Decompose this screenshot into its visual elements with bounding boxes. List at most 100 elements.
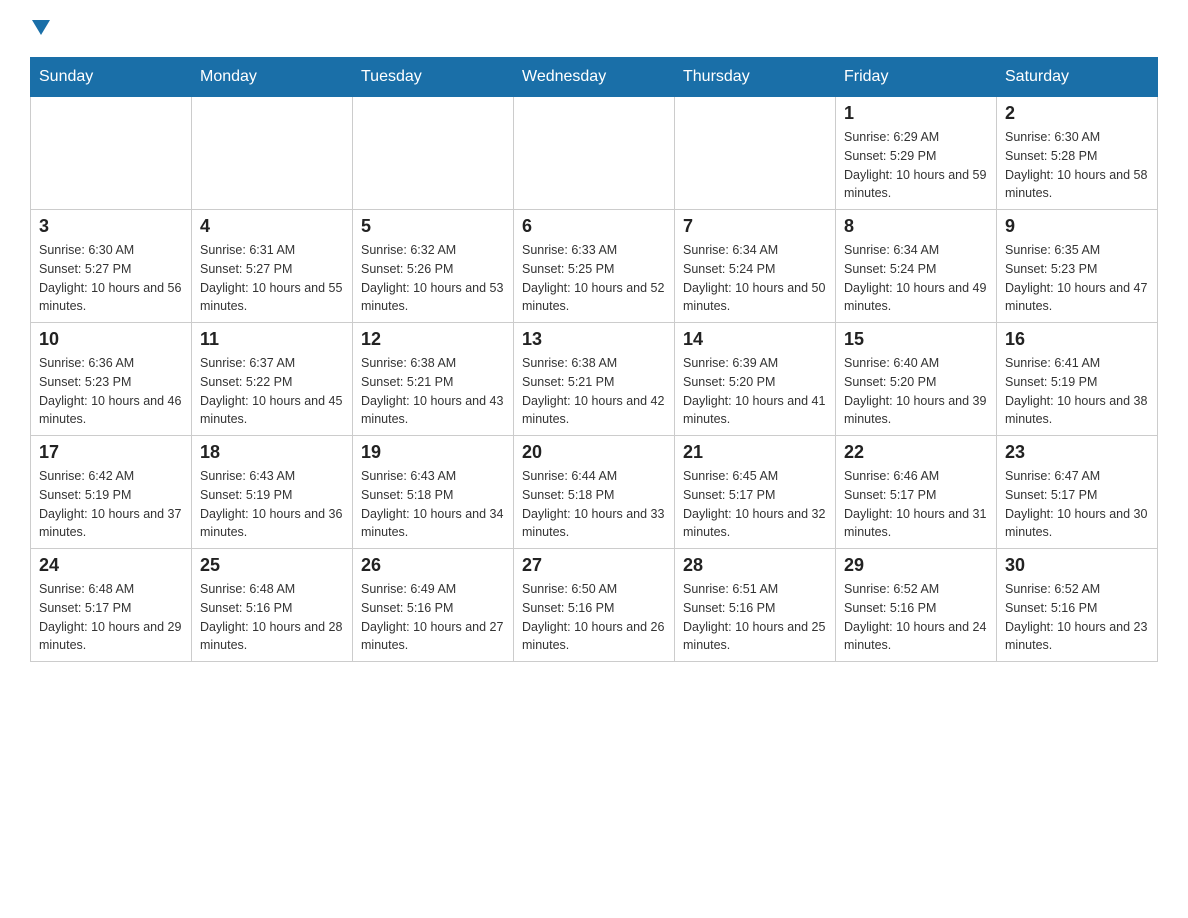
- logo: [30, 20, 50, 37]
- day-number: 8: [844, 216, 988, 237]
- calendar-cell: [353, 97, 514, 210]
- week-row: 1Sunrise: 6:29 AMSunset: 5:29 PMDaylight…: [31, 97, 1158, 210]
- calendar-cell: 14 Sunrise: 6:39 AMSunset: 5:20 PMDayligh…: [675, 323, 836, 436]
- day-info: Sunrise: 6:30 AMSunset: 5:28 PMDaylight:…: [1005, 128, 1149, 203]
- day-number: 22: [844, 442, 988, 463]
- calendar-cell: 24 Sunrise: 6:48 AMSunset: 5:17 PMDayligh…: [31, 549, 192, 662]
- calendar-cell: 2 Sunrise: 6:30 AMSunset: 5:28 PMDaylight…: [997, 97, 1158, 210]
- day-number: 12: [361, 329, 505, 350]
- calendar-cell: 26 Sunrise: 6:49 AMSunset: 5:16 PMDayligh…: [353, 549, 514, 662]
- day-number: 13: [522, 329, 666, 350]
- day-number: 4: [200, 216, 344, 237]
- day-number: 1: [844, 103, 988, 124]
- day-info: Sunrise: 6:31 AMSunset: 5:27 PMDaylight:…: [200, 241, 344, 316]
- day-number: 17: [39, 442, 183, 463]
- calendar-cell: 5 Sunrise: 6:32 AMSunset: 5:26 PMDaylight…: [353, 210, 514, 323]
- calendar-cell: 27 Sunrise: 6:50 AMSunset: 5:16 PMDayligh…: [514, 549, 675, 662]
- day-of-week-header: Monday: [192, 58, 353, 97]
- day-number: 6: [522, 216, 666, 237]
- day-number: 9: [1005, 216, 1149, 237]
- day-number: 2: [1005, 103, 1149, 124]
- day-info: Sunrise: 6:32 AMSunset: 5:26 PMDaylight:…: [361, 241, 505, 316]
- day-number: 7: [683, 216, 827, 237]
- week-row: 24 Sunrise: 6:48 AMSunset: 5:17 PMDayligh…: [31, 549, 1158, 662]
- day-info: Sunrise: 6:37 AMSunset: 5:22 PMDaylight:…: [200, 354, 344, 429]
- day-number: 29: [844, 555, 988, 576]
- calendar-cell: 30Sunrise: 6:52 AMSunset: 5:16 PMDayligh…: [997, 549, 1158, 662]
- day-number: 15: [844, 329, 988, 350]
- day-info: Sunrise: 6:39 AMSunset: 5:20 PMDaylight:…: [683, 354, 827, 429]
- day-number: 24: [39, 555, 183, 576]
- day-number: 20: [522, 442, 666, 463]
- calendar-cell: 25 Sunrise: 6:48 AMSunset: 5:16 PMDayligh…: [192, 549, 353, 662]
- calendar-cell: [675, 97, 836, 210]
- calendar-cell: 19 Sunrise: 6:43 AMSunset: 5:18 PMDayligh…: [353, 436, 514, 549]
- day-number: 11: [200, 329, 344, 350]
- calendar-cell: 10 Sunrise: 6:36 AMSunset: 5:23 PMDayligh…: [31, 323, 192, 436]
- day-info: Sunrise: 6:52 AMSunset: 5:16 PMDaylight:…: [844, 580, 988, 655]
- day-info: Sunrise: 6:41 AMSunset: 5:19 PMDaylight:…: [1005, 354, 1149, 429]
- calendar-cell: 22 Sunrise: 6:46 AMSunset: 5:17 PMDayligh…: [836, 436, 997, 549]
- day-info: Sunrise: 6:48 AMSunset: 5:16 PMDaylight:…: [200, 580, 344, 655]
- calendar-cell: 11 Sunrise: 6:37 AMSunset: 5:22 PMDayligh…: [192, 323, 353, 436]
- day-info: Sunrise: 6:33 AMSunset: 5:25 PMDaylight:…: [522, 241, 666, 316]
- day-info: Sunrise: 6:52 AMSunset: 5:16 PMDaylight:…: [1005, 580, 1149, 655]
- day-of-week-header: Wednesday: [514, 58, 675, 97]
- day-info: Sunrise: 6:47 AMSunset: 5:17 PMDaylight:…: [1005, 467, 1149, 542]
- day-info: Sunrise: 6:43 AMSunset: 5:19 PMDaylight:…: [200, 467, 344, 542]
- day-info: Sunrise: 6:43 AMSunset: 5:18 PMDaylight:…: [361, 467, 505, 542]
- calendar-cell: [31, 97, 192, 210]
- week-row: 3 Sunrise: 6:30 AMSunset: 5:27 PMDaylight…: [31, 210, 1158, 323]
- day-number: 26: [361, 555, 505, 576]
- calendar-cell: 15Sunrise: 6:40 AMSunset: 5:20 PMDayligh…: [836, 323, 997, 436]
- calendar-cell: 6 Sunrise: 6:33 AMSunset: 5:25 PMDaylight…: [514, 210, 675, 323]
- day-info: Sunrise: 6:35 AMSunset: 5:23 PMDaylight:…: [1005, 241, 1149, 316]
- day-number: 27: [522, 555, 666, 576]
- calendar-cell: 23 Sunrise: 6:47 AMSunset: 5:17 PMDayligh…: [997, 436, 1158, 549]
- logo-triangle-icon: [32, 20, 50, 35]
- calendar-cell: 1Sunrise: 6:29 AMSunset: 5:29 PMDaylight…: [836, 97, 997, 210]
- day-of-week-header: Saturday: [997, 58, 1158, 97]
- week-row: 10 Sunrise: 6:36 AMSunset: 5:23 PMDayligh…: [31, 323, 1158, 436]
- day-info: Sunrise: 6:51 AMSunset: 5:16 PMDaylight:…: [683, 580, 827, 655]
- day-info: Sunrise: 6:34 AMSunset: 5:24 PMDaylight:…: [844, 241, 988, 316]
- page-header: [30, 20, 1158, 37]
- day-info: Sunrise: 6:34 AMSunset: 5:24 PMDaylight:…: [683, 241, 827, 316]
- calendar-cell: 3 Sunrise: 6:30 AMSunset: 5:27 PMDaylight…: [31, 210, 192, 323]
- day-number: 28: [683, 555, 827, 576]
- day-number: 10: [39, 329, 183, 350]
- day-number: 5: [361, 216, 505, 237]
- day-number: 25: [200, 555, 344, 576]
- calendar-cell: 17 Sunrise: 6:42 AMSunset: 5:19 PMDayligh…: [31, 436, 192, 549]
- day-info: Sunrise: 6:44 AMSunset: 5:18 PMDaylight:…: [522, 467, 666, 542]
- day-info: Sunrise: 6:42 AMSunset: 5:19 PMDaylight:…: [39, 467, 183, 542]
- day-info: Sunrise: 6:38 AMSunset: 5:21 PMDaylight:…: [361, 354, 505, 429]
- calendar-cell: 20 Sunrise: 6:44 AMSunset: 5:18 PMDayligh…: [514, 436, 675, 549]
- day-number: 23: [1005, 442, 1149, 463]
- calendar-cell: 7 Sunrise: 6:34 AMSunset: 5:24 PMDaylight…: [675, 210, 836, 323]
- day-of-week-header: Friday: [836, 58, 997, 97]
- day-number: 3: [39, 216, 183, 237]
- calendar-cell: 21Sunrise: 6:45 AMSunset: 5:17 PMDayligh…: [675, 436, 836, 549]
- day-of-week-header: Tuesday: [353, 58, 514, 97]
- day-info: Sunrise: 6:50 AMSunset: 5:16 PMDaylight:…: [522, 580, 666, 655]
- calendar-cell: 8 Sunrise: 6:34 AMSunset: 5:24 PMDaylight…: [836, 210, 997, 323]
- calendar-cell: 16 Sunrise: 6:41 AMSunset: 5:19 PMDayligh…: [997, 323, 1158, 436]
- day-of-week-header: Thursday: [675, 58, 836, 97]
- calendar-cell: 9 Sunrise: 6:35 AMSunset: 5:23 PMDaylight…: [997, 210, 1158, 323]
- calendar-cell: 28 Sunrise: 6:51 AMSunset: 5:16 PMDayligh…: [675, 549, 836, 662]
- day-info: Sunrise: 6:49 AMSunset: 5:16 PMDaylight:…: [361, 580, 505, 655]
- calendar-cell: 4 Sunrise: 6:31 AMSunset: 5:27 PMDaylight…: [192, 210, 353, 323]
- calendar-table: SundayMondayTuesdayWednesdayThursdayFrid…: [30, 57, 1158, 662]
- day-number: 14: [683, 329, 827, 350]
- day-number: 16: [1005, 329, 1149, 350]
- day-number: 21: [683, 442, 827, 463]
- day-info: Sunrise: 6:46 AMSunset: 5:17 PMDaylight:…: [844, 467, 988, 542]
- day-info: Sunrise: 6:30 AMSunset: 5:27 PMDaylight:…: [39, 241, 183, 316]
- calendar-cell: 18Sunrise: 6:43 AMSunset: 5:19 PMDayligh…: [192, 436, 353, 549]
- day-number: 19: [361, 442, 505, 463]
- calendar-cell: [514, 97, 675, 210]
- day-info: Sunrise: 6:38 AMSunset: 5:21 PMDaylight:…: [522, 354, 666, 429]
- day-info: Sunrise: 6:36 AMSunset: 5:23 PMDaylight:…: [39, 354, 183, 429]
- day-info: Sunrise: 6:48 AMSunset: 5:17 PMDaylight:…: [39, 580, 183, 655]
